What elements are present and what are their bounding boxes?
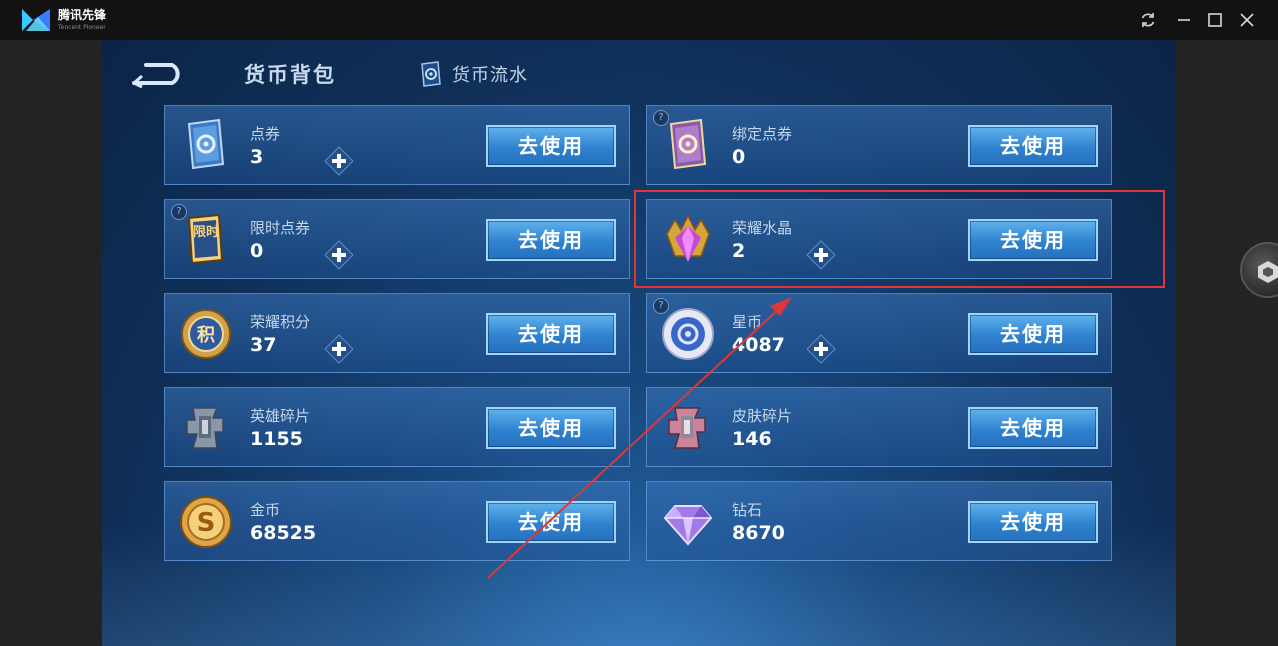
- gold-coin-icon: S: [180, 496, 232, 548]
- use-skin-shard-button[interactable]: 去使用: [968, 407, 1098, 449]
- maximize-icon[interactable]: [1205, 10, 1225, 30]
- add-glory-points-button[interactable]: [324, 334, 354, 364]
- add-star-coin-button[interactable]: [806, 334, 836, 364]
- currency-name: 英雄碎片: [250, 407, 311, 425]
- tab-currency-bag[interactable]: 货币背包: [244, 59, 336, 89]
- window-title-bar: 腾讯先锋 Tencent Pioneer: [0, 0, 1278, 40]
- hexagon-icon: [1258, 261, 1278, 283]
- limited-coupon-icon: 限时: [187, 213, 224, 265]
- glory-points-icon: 积: [181, 309, 231, 359]
- skin-shard-icon: [668, 407, 706, 449]
- currency-card-limited-coupon: ? 限时 限时点券 0 去使用: [164, 199, 630, 279]
- currency-value: 0: [250, 240, 264, 262]
- currency-card-coupon: 点券 3 去使用: [164, 105, 630, 185]
- minimize-icon[interactable]: [1174, 10, 1194, 30]
- use-bound-coupon-button[interactable]: 去使用: [968, 125, 1098, 167]
- glory-points-icon-text: 积: [197, 325, 215, 346]
- tab-currency-flow-label: 货币流水: [452, 65, 528, 86]
- currency-name: 钻石: [732, 501, 763, 519]
- currency-name: 荣耀积分: [250, 313, 311, 331]
- hero-shard-icon: [186, 407, 224, 449]
- currency-flow-icon: [421, 61, 441, 87]
- tencent-pioneer-logo: [22, 9, 50, 31]
- letterbox-right: [1176, 40, 1278, 646]
- currency-card-hero-shard: 英雄碎片 1155 去使用: [164, 387, 630, 467]
- currency-name: 点券: [250, 125, 281, 143]
- currency-name: 金币: [250, 501, 281, 519]
- refresh-icon[interactable]: [1138, 10, 1158, 30]
- currency-name: 星币: [732, 313, 763, 331]
- letterbox-left: [0, 40, 102, 646]
- currency-value: 3: [250, 146, 264, 168]
- brand-subtitle: Tencent Pioneer: [58, 24, 106, 31]
- currency-value: 37: [250, 334, 277, 356]
- tab-currency-flow[interactable]: 货币流水: [418, 61, 528, 87]
- close-icon[interactable]: [1237, 10, 1257, 30]
- coupon-icon: [187, 118, 225, 170]
- add-limited-coupon-button[interactable]: [324, 240, 354, 270]
- use-diamond-button[interactable]: 去使用: [968, 501, 1098, 543]
- currency-card-bound-coupon: ? 绑定点券 0 去使用: [646, 105, 1112, 185]
- brand-name: 腾讯先锋: [58, 8, 107, 22]
- use-star-coin-button[interactable]: 去使用: [968, 313, 1098, 355]
- currency-value: 8670: [732, 522, 785, 544]
- star-coin-icon: [662, 308, 714, 360]
- currency-card-diamond: 钻石 8670 去使用: [646, 481, 1112, 561]
- limited-coupon-icon-text: 限时: [193, 224, 219, 240]
- currency-value: 1155: [250, 428, 303, 450]
- use-hero-shard-button[interactable]: 去使用: [486, 407, 616, 449]
- currency-value: 0: [732, 146, 746, 168]
- currency-card-skin-shard: 皮肤碎片 146 去使用: [646, 387, 1112, 467]
- currency-card-glory-points: 积 荣耀积分 37 去使用: [164, 293, 630, 373]
- annotation-highlight-box: [634, 190, 1165, 288]
- game-screen: 货币背包 货币流水 点券 3 去使用 ? 绑定点券 0 去使用 ? 限时 限时点…: [102, 40, 1176, 646]
- currency-card-star-coin: ? 星币 4087 去使用: [646, 293, 1112, 373]
- currency-value: 68525: [250, 522, 317, 544]
- currency-name: 绑定点券: [732, 125, 793, 143]
- currency-card-gold-coin: S 金币 68525 去使用: [164, 481, 630, 561]
- use-gold-coin-button[interactable]: 去使用: [486, 501, 616, 543]
- currency-value: 146: [732, 428, 772, 450]
- currency-name: 皮肤碎片: [732, 407, 793, 425]
- currency-value: 4087: [732, 334, 785, 356]
- diamond-icon: [663, 505, 713, 546]
- bound-coupon-icon: [669, 118, 707, 170]
- add-coupon-button[interactable]: [324, 146, 354, 176]
- use-glory-points-button[interactable]: 去使用: [486, 313, 616, 355]
- gold-coin-icon-text: S: [197, 508, 216, 538]
- currency-name: 限时点券: [250, 219, 311, 237]
- use-coupon-button[interactable]: 去使用: [486, 125, 616, 167]
- use-limited-coupon-button[interactable]: 去使用: [486, 219, 616, 261]
- back-button[interactable]: [128, 60, 184, 88]
